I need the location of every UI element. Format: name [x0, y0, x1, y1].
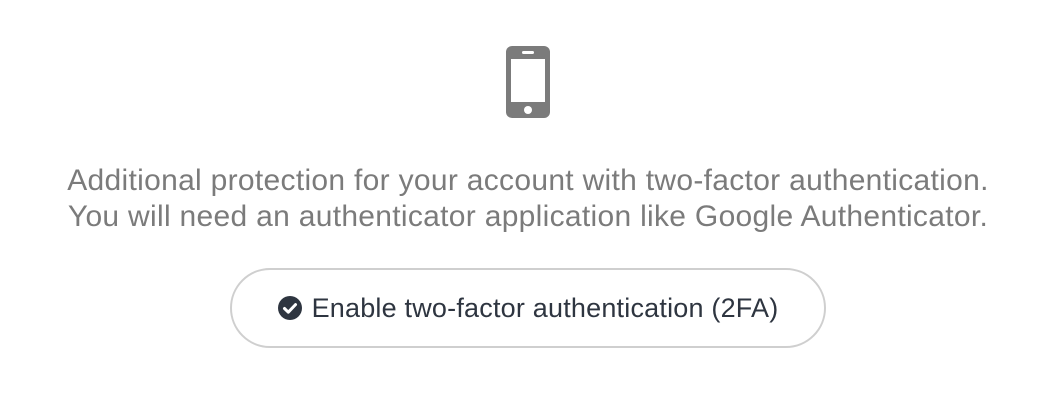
enable-2fa-button[interactable]: Enable two-factor authentication (2FA): [230, 268, 826, 348]
enable-2fa-button-label: Enable two-factor authentication (2FA): [311, 292, 779, 323]
description-text: Additional protection for your account w…: [0, 163, 1056, 235]
smartphone-icon: [506, 46, 550, 118]
check-circle-icon: [277, 296, 302, 320]
description-line-1: Additional protection for your account w…: [67, 164, 989, 197]
two-factor-panel: Additional protection for your account w…: [0, 0, 1064, 408]
description-line-2: You will need an authenticator applicati…: [67, 200, 989, 233]
